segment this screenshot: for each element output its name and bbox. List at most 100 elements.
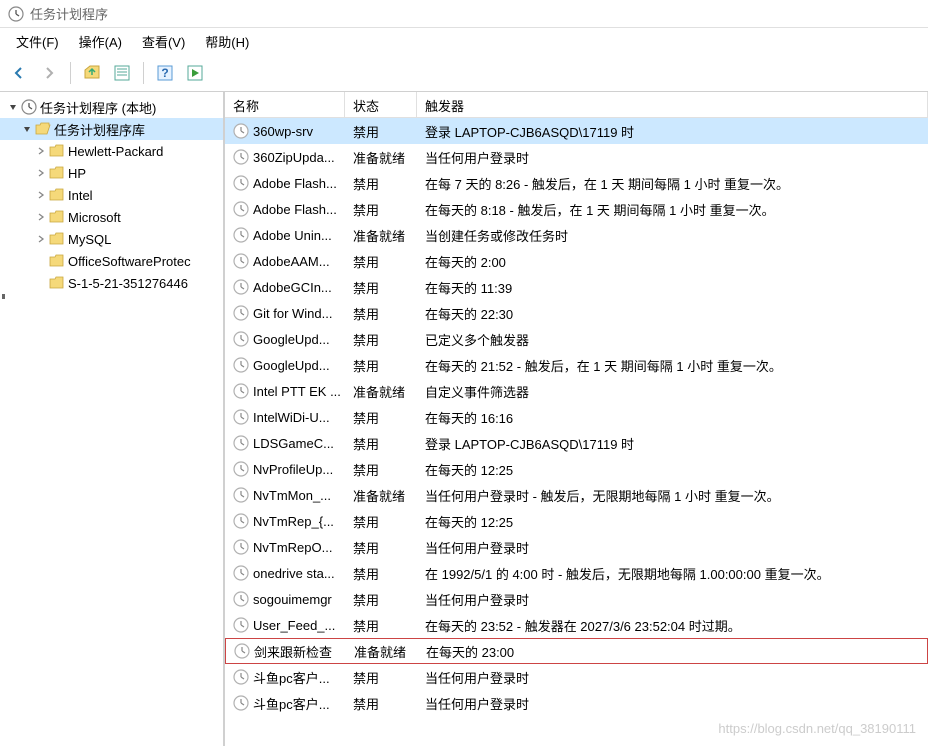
- tree-expand-icon[interactable]: [34, 254, 48, 268]
- task-name-cell: 剑来跟新检查: [226, 642, 346, 661]
- task-row[interactable]: onedrive sta... 禁用在 1992/5/1 的 4:00 时 - 触…: [225, 560, 928, 586]
- task-list-panel: 名称 状态 触发器 360wp-srv禁用登录 LAPTOP-CJB6ASQD\…: [225, 92, 928, 746]
- tree-collapse-icon[interactable]: [6, 100, 20, 114]
- task-row[interactable]: GoogleUpd...禁用已定义多个触发器: [225, 326, 928, 352]
- task-clock-icon: [233, 617, 249, 633]
- folder-open-icon: [34, 120, 52, 138]
- folder-icon: [48, 208, 66, 226]
- menu-bar: 文件(F) 操作(A) 查看(V) 帮助(H): [0, 28, 928, 54]
- task-status: 禁用: [345, 304, 417, 323]
- tree-folder[interactable]: Hewlett-Packard: [0, 140, 223, 162]
- task-status: 禁用: [345, 564, 417, 583]
- help-button[interactable]: ?: [152, 60, 178, 86]
- task-row[interactable]: AdobeAAM...禁用在每天的 2:00: [225, 248, 928, 274]
- tree-expand-icon[interactable]: [34, 188, 48, 202]
- task-row[interactable]: Adobe Flash...禁用在每天的 8:18 - 触发后，在 1 天 期间…: [225, 196, 928, 222]
- task-name: User_Feed_...: [253, 618, 335, 633]
- task-trigger: 在每天的 23:52 - 触发器在 2027/3/6 23:52:04 时过期。: [417, 616, 928, 635]
- task-trigger: 在每天的 8:18 - 触发后，在 1 天 期间每隔 1 小时 重复一次。: [417, 200, 928, 219]
- tree-root[interactable]: 任务计划程序 (本地): [0, 96, 223, 118]
- task-name-cell: 360wp-srv: [225, 123, 345, 139]
- tree-expand-icon[interactable]: [34, 166, 48, 180]
- task-row[interactable]: Git for Wind...禁用在每天的 22:30: [225, 300, 928, 326]
- task-row[interactable]: GoogleUpd...禁用在每天的 21:52 - 触发后，在 1 天 期间每…: [225, 352, 928, 378]
- tree-label: OfficeSoftwareProtec: [68, 254, 191, 269]
- task-row[interactable]: NvTmMon_... 准备就绪当任何用户登录时 - 触发后，无限期地每隔 1 小…: [225, 482, 928, 508]
- task-clock-icon: [233, 487, 249, 503]
- task-clock-icon: [233, 539, 249, 555]
- title-bar: 任务计划程序: [0, 0, 928, 28]
- column-header-name[interactable]: 名称: [225, 92, 345, 117]
- up-button[interactable]: [79, 60, 105, 86]
- task-clock-icon: [234, 643, 250, 659]
- task-row[interactable]: Intel PTT EK ...准备就绪自定义事件筛选器: [225, 378, 928, 404]
- tree-expand-icon[interactable]: [34, 210, 48, 224]
- task-name: onedrive sta...: [253, 566, 335, 581]
- run-button[interactable]: [182, 60, 208, 86]
- task-row[interactable]: NvTmRepO...禁用当任何用户登录时: [225, 534, 928, 560]
- folder-icon: [48, 274, 66, 292]
- task-name: NvTmRepO...: [253, 540, 332, 555]
- tree-folder[interactable]: Intel: [0, 184, 223, 206]
- task-status: 禁用: [345, 538, 417, 557]
- tree-expand-icon[interactable]: [34, 144, 48, 158]
- task-row[interactable]: 剑来跟新检查准备就绪在每天的 23:00: [225, 638, 928, 664]
- svg-text:?: ?: [161, 66, 168, 80]
- task-trigger: 自定义事件筛选器: [417, 382, 928, 401]
- task-trigger: 已定义多个触发器: [417, 330, 928, 349]
- tree-folder[interactable]: MySQL: [0, 228, 223, 250]
- task-trigger: 当任何用户登录时 - 触发后，无限期地每隔 1 小时 重复一次。: [417, 486, 928, 505]
- task-name: sogouimemgr: [253, 592, 332, 607]
- tree-label: HP: [68, 166, 86, 181]
- task-name: AdobeGCIn...: [253, 280, 332, 295]
- menu-action[interactable]: 操作(A): [69, 29, 132, 54]
- task-row[interactable]: 360wp-srv禁用登录 LAPTOP-CJB6ASQD\17119 时: [225, 118, 928, 144]
- menu-help[interactable]: 帮助(H): [195, 29, 259, 54]
- tree-expand-icon[interactable]: [34, 276, 48, 290]
- task-row[interactable]: 斗鱼pc客户...禁用当任何用户登录时: [225, 690, 928, 716]
- task-name: Intel PTT EK ...: [253, 384, 341, 399]
- column-header-trigger[interactable]: 触发器: [417, 92, 928, 117]
- task-row[interactable]: NvTmRep_{...禁用在每天的 12:25: [225, 508, 928, 534]
- task-row[interactable]: Adobe Unin...准备就绪当创建任务或修改任务时: [225, 222, 928, 248]
- task-name-cell: Intel PTT EK ...: [225, 383, 345, 399]
- tree-folder[interactable]: Microsoft: [0, 206, 223, 228]
- tree-expand-icon[interactable]: [34, 232, 48, 246]
- tree-collapse-icon[interactable]: [20, 122, 34, 136]
- task-trigger: 在每天的 11:39: [417, 278, 928, 297]
- task-row[interactable]: AdobeGCIn...禁用在每天的 11:39: [225, 274, 928, 300]
- task-name: NvTmMon_...: [253, 488, 331, 503]
- task-row[interactable]: 斗鱼pc客户...禁用当任何用户登录时: [225, 664, 928, 690]
- task-trigger: 在每天的 22:30: [417, 304, 928, 323]
- toolbar: ?: [0, 54, 928, 92]
- task-name-cell: LDSGameC...: [225, 435, 345, 451]
- properties-button[interactable]: [109, 60, 135, 86]
- task-row[interactable]: User_Feed_...禁用在每天的 23:52 - 触发器在 2027/3/…: [225, 612, 928, 638]
- tree-folder[interactable]: HP: [0, 162, 223, 184]
- tree-folder[interactable]: OfficeSoftwareProtec: [0, 250, 223, 272]
- task-name-cell: Git for Wind...: [225, 305, 345, 321]
- tree-folder[interactable]: S-1-5-21-351276446: [0, 272, 223, 294]
- task-name-cell: AdobeGCIn...: [225, 279, 345, 295]
- task-row[interactable]: sogouimemgr禁用当任何用户登录时: [225, 586, 928, 612]
- menu-view[interactable]: 查看(V): [132, 29, 195, 54]
- back-button[interactable]: [6, 60, 32, 86]
- folder-icon: [48, 142, 66, 160]
- menu-file[interactable]: 文件(F): [6, 29, 69, 54]
- tree-library[interactable]: 任务计划程序库: [0, 118, 223, 140]
- forward-button[interactable]: [36, 60, 62, 86]
- task-row[interactable]: 360ZipUpda...准备就绪当任何用户登录时: [225, 144, 928, 170]
- task-name-cell: 斗鱼pc客户...: [225, 694, 345, 713]
- task-row[interactable]: IntelWiDi-U...禁用在每天的 16:16: [225, 404, 928, 430]
- task-trigger: 在每天的 12:25: [417, 460, 928, 479]
- task-status: 准备就绪: [345, 486, 417, 505]
- task-trigger: 当创建任务或修改任务时: [417, 226, 928, 245]
- task-row[interactable]: Adobe Flash...禁用在每 7 天的 8:26 - 触发后，在 1 天…: [225, 170, 928, 196]
- task-trigger: 在 1992/5/1 的 4:00 时 - 触发后，无限期地每隔 1.00:00…: [417, 564, 928, 583]
- column-header-status[interactable]: 状态: [345, 92, 417, 117]
- task-clock-icon: [233, 513, 249, 529]
- task-row[interactable]: NvProfileUp...禁用在每天的 12:25: [225, 456, 928, 482]
- task-row[interactable]: LDSGameC...禁用登录 LAPTOP-CJB6ASQD\17119 时: [225, 430, 928, 456]
- task-clock-icon: [233, 201, 249, 217]
- task-name-cell: NvTmRep_{...: [225, 513, 345, 529]
